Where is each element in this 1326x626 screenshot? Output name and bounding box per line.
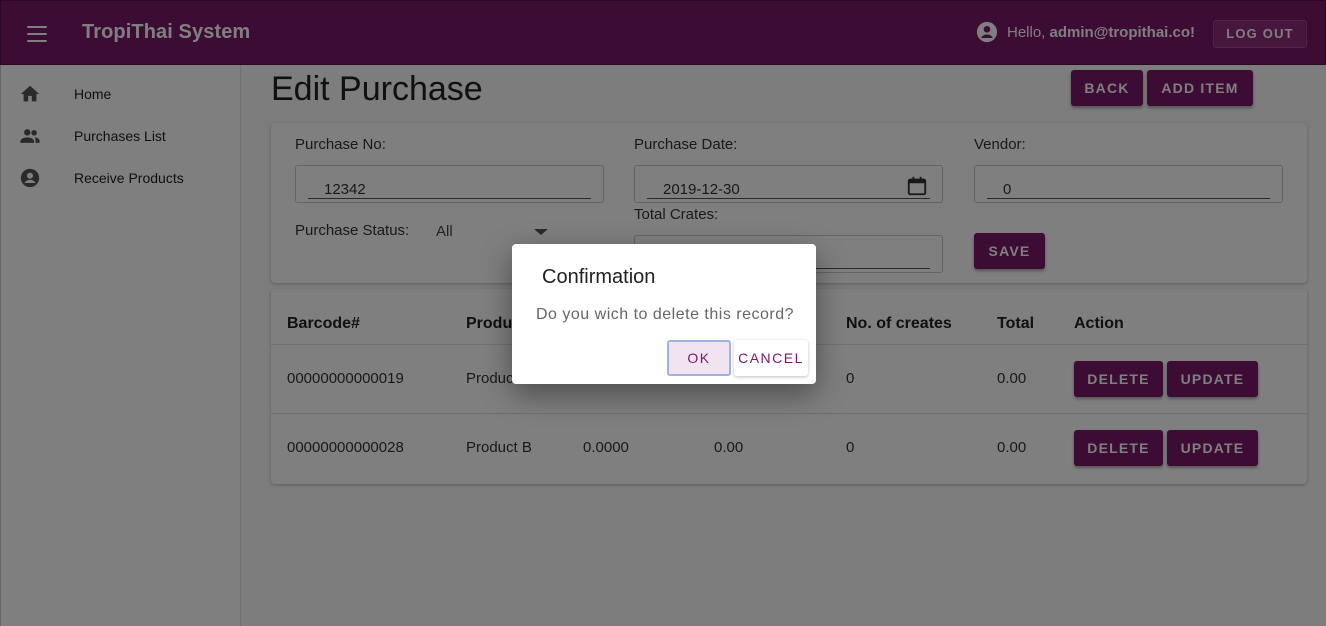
dialog-message: Do you wich to delete this record? — [536, 306, 795, 323]
confirmation-dialog: Confirmation Do you wich to delete this … — [512, 244, 816, 384]
dialog-title: Confirmation — [542, 266, 656, 288]
ok-button[interactable]: OK — [667, 340, 731, 376]
cancel-button[interactable]: CANCEL — [734, 340, 808, 376]
